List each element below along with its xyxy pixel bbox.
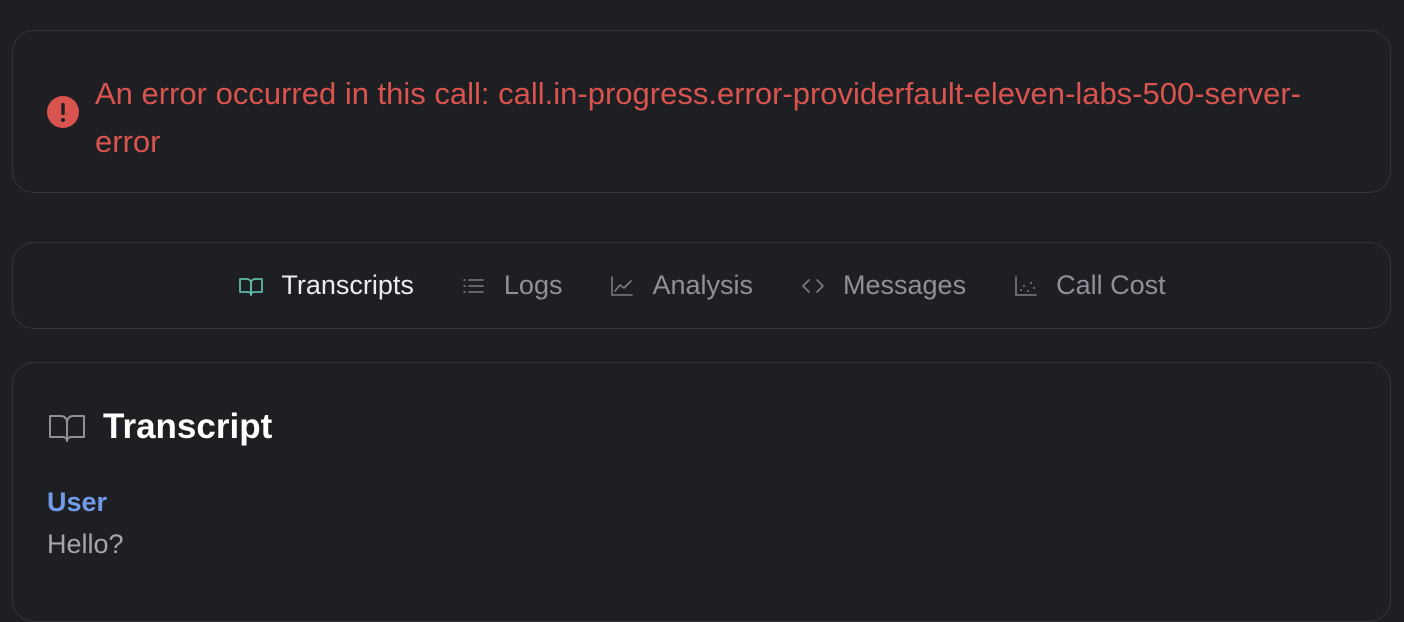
tab-label: Analysis <box>652 270 754 300</box>
utterance-text: Hello? <box>47 529 124 559</box>
tab-transcripts[interactable]: Transcripts <box>237 270 414 301</box>
line-chart-icon <box>611 275 634 296</box>
tab-call-cost[interactable]: Call Cost <box>1012 270 1166 301</box>
tab-list: Transcripts Logs Analysis Messages Call … <box>13 243 1390 328</box>
book-open-icon <box>49 415 85 442</box>
tab-messages[interactable]: Messages <box>799 270 966 301</box>
alert-circle-icon <box>47 96 79 128</box>
code-icon <box>802 278 824 293</box>
scatter-chart-icon <box>1015 275 1037 296</box>
speaker-label: User <box>47 487 108 517</box>
list-icon <box>463 278 484 293</box>
book-open-icon <box>239 277 264 296</box>
transcript-title: Transcript <box>103 407 273 446</box>
tabs-bar: Transcripts Logs Analysis Messages Call … <box>12 242 1391 329</box>
error-message: An error occurred in this call: call.in-… <box>95 76 1302 159</box>
transcript-header: Transcript <box>47 407 272 447</box>
tab-logs[interactable]: Logs <box>460 270 563 301</box>
tab-label: Transcripts <box>281 270 414 300</box>
tab-label: Messages <box>843 270 967 300</box>
error-card: An error occurred in this call: call.in-… <box>12 30 1391 193</box>
tab-label: Call Cost <box>1056 270 1166 300</box>
tab-label: Logs <box>503 270 563 300</box>
transcript-panel: Transcript User Hello? <box>12 362 1391 622</box>
tab-analysis[interactable]: Analysis <box>608 270 753 301</box>
